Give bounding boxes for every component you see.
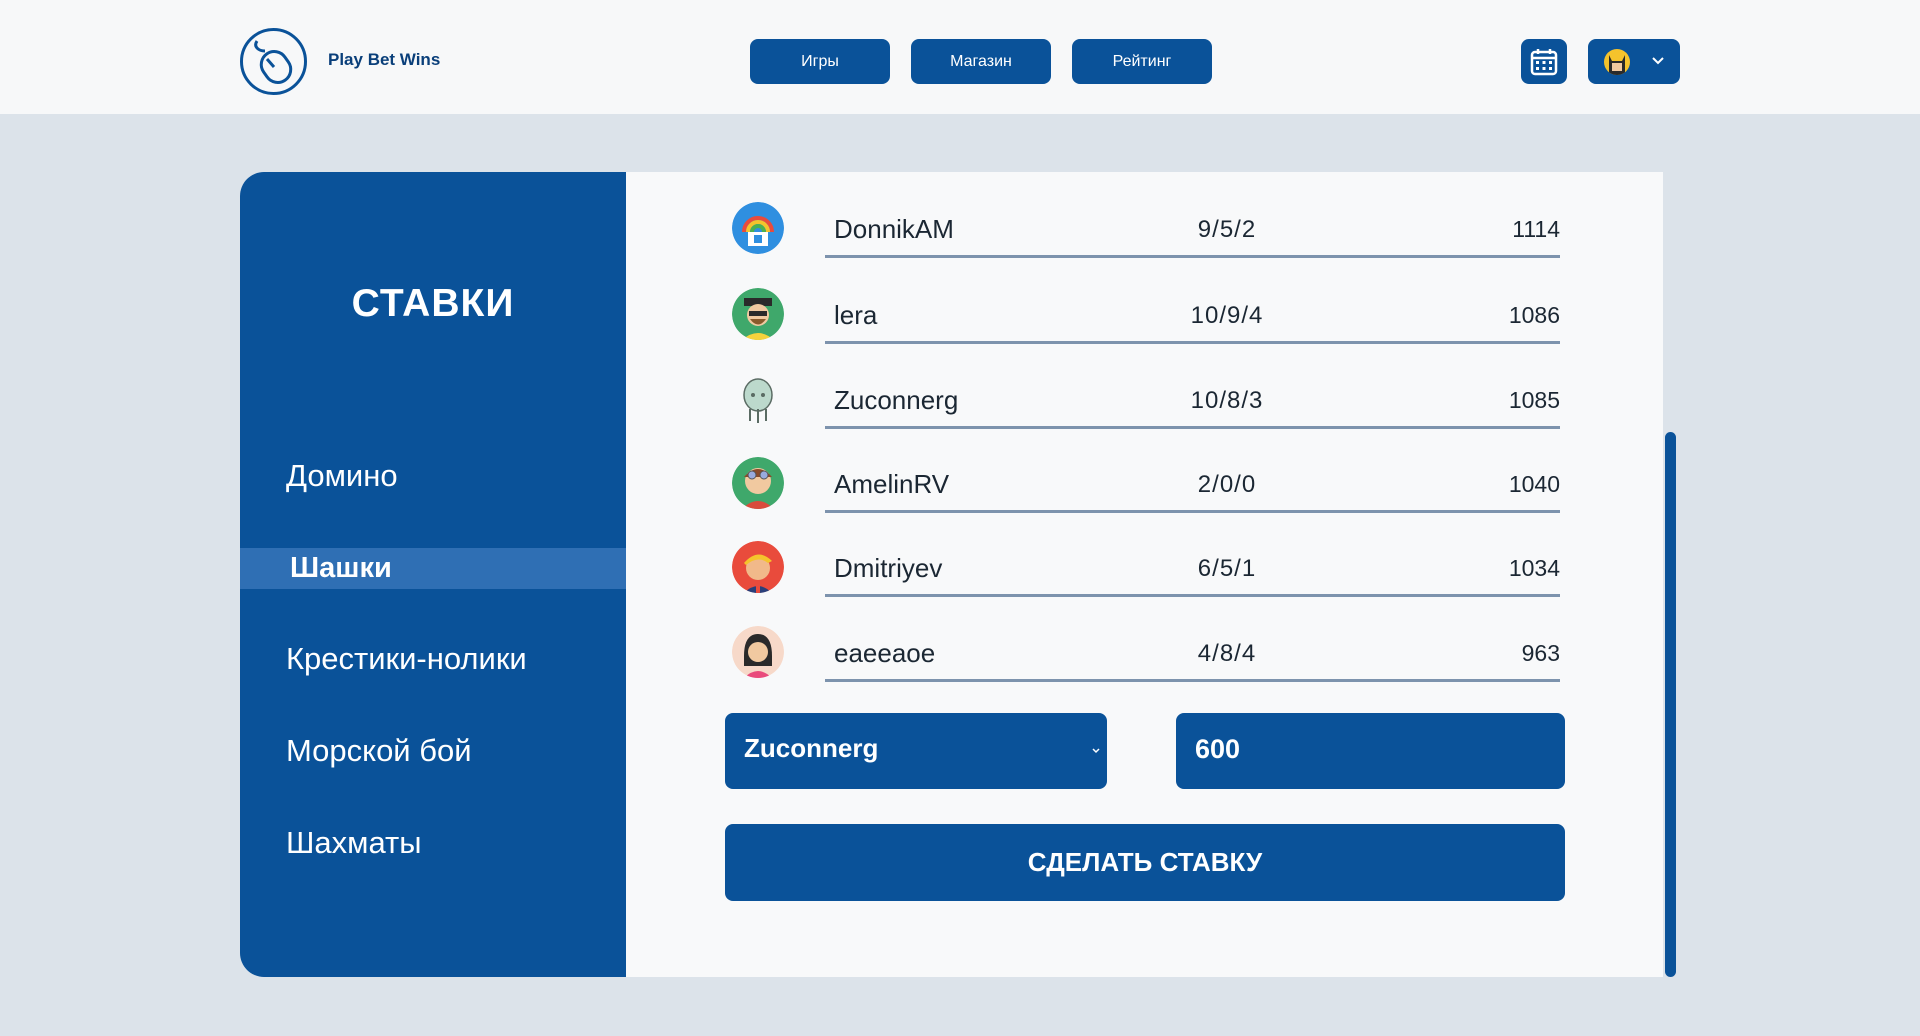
sidebar-item-checkers[interactable]: Шашки: [290, 552, 392, 585]
ranking-row[interactable]: DonnikAM 9/5/2 1114: [732, 202, 1560, 262]
batman-avatar-icon: [1604, 49, 1630, 75]
row-divider: [825, 426, 1560, 429]
ranking-row[interactable]: Zuconnerg 10/8/3 1085: [732, 373, 1560, 433]
place-bet-button[interactable]: СДЕЛАТЬ СТАВКУ: [725, 824, 1565, 901]
player-score: 4/8/4: [1197, 640, 1257, 667]
ranking-row[interactable]: AmelinRV 2/0/0 1040: [732, 457, 1560, 517]
sidebar-title: СТАВКИ: [351, 282, 515, 325]
calendar-icon: [1530, 48, 1558, 75]
nav-shop-button[interactable]: Магазин: [911, 39, 1051, 84]
player-points: 1114: [1512, 216, 1560, 242]
player-points: 963: [1521, 640, 1560, 666]
scrollbar[interactable]: [1665, 432, 1676, 977]
player-name: eaeeaoe: [834, 638, 936, 668]
row-divider: [825, 594, 1560, 597]
chevron-down-icon: [1092, 748, 1100, 754]
row-divider: [825, 679, 1560, 682]
sidebar-item-domino[interactable]: Домино: [286, 458, 398, 494]
chevron-down-icon: [1652, 57, 1664, 65]
bet-amount-input[interactable]: 600: [1176, 713, 1565, 789]
sidebar-item-chess[interactable]: Шахматы: [286, 825, 422, 861]
ranking-row[interactable]: lera 10/9/4 1086: [732, 288, 1560, 348]
aviator-avatar-icon: [732, 457, 784, 509]
blond-man-avatar-icon: [732, 541, 784, 593]
woman-avatar-icon: [732, 626, 784, 678]
rainbow-avatar-icon: [732, 202, 784, 254]
player-name: AmelinRV: [834, 469, 950, 499]
ranking-row[interactable]: eaeeaoe 4/8/4 963: [732, 626, 1560, 686]
player-points: 1085: [1508, 387, 1560, 413]
row-divider: [825, 510, 1560, 513]
header: Play Bet Wins Игры Магазин Рейтинг: [0, 0, 1920, 114]
player-name: DonnikAM: [834, 214, 954, 244]
brand-name[interactable]: Play Bet Wins: [328, 50, 440, 70]
calendar-button[interactable]: [1521, 39, 1567, 84]
player-name: Zuconnerg: [834, 385, 959, 415]
player-select-value: Zuconnerg: [744, 733, 879, 763]
bearded-man-avatar-icon: [732, 288, 784, 340]
player-score: 10/8/3: [1190, 387, 1264, 414]
player-score: 2/0/0: [1197, 471, 1257, 498]
player-points: 1086: [1508, 302, 1560, 328]
player-score: 9/5/2: [1197, 216, 1257, 243]
ranking-row[interactable]: Dmitriyev 6/5/1 1034: [732, 541, 1560, 601]
player-points: 1040: [1508, 471, 1560, 497]
player-score: 6/5/1: [1197, 555, 1257, 582]
nav-rating-button[interactable]: Рейтинг: [1072, 39, 1212, 84]
player-score: 10/9/4: [1190, 302, 1264, 329]
player-name: Dmitriyev: [834, 553, 943, 583]
user-menu-button[interactable]: [1588, 39, 1680, 84]
player-points: 1034: [1508, 555, 1560, 581]
row-divider: [825, 255, 1560, 258]
sidebar-item-tictactoe[interactable]: Крестики-нолики: [286, 641, 527, 677]
nav-games-button[interactable]: Игры: [750, 39, 890, 84]
squid-avatar-icon: [732, 373, 784, 425]
row-divider: [825, 341, 1560, 344]
player-name: lera: [834, 300, 878, 330]
player-select[interactable]: Zuconnerg: [725, 713, 1107, 789]
sidebar-item-battleship[interactable]: Морской бой: [286, 733, 472, 769]
mouse-logo-icon[interactable]: [240, 28, 307, 95]
